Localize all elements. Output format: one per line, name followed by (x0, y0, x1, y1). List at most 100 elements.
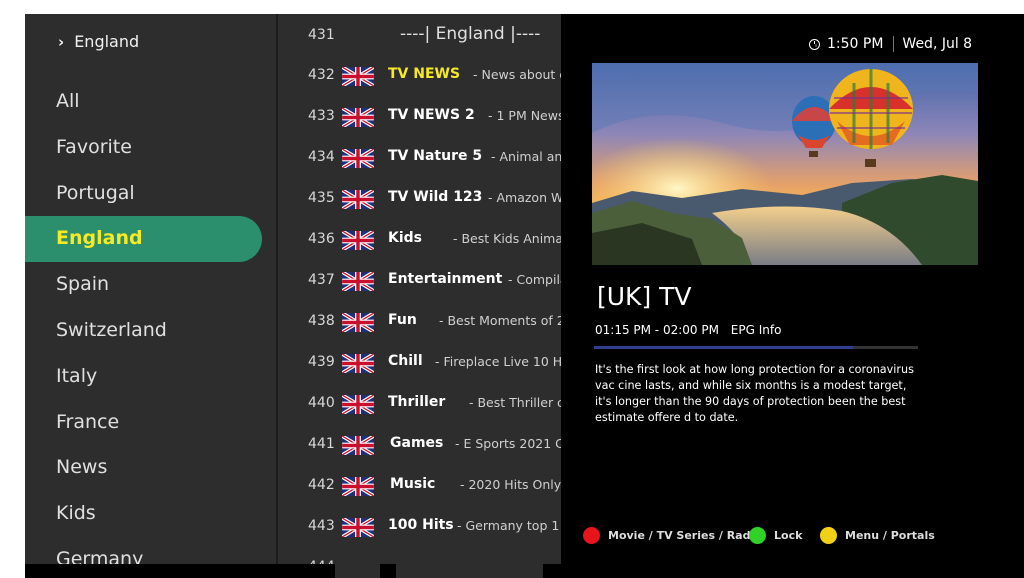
channel-row[interactable]: 438 Fun - Best Moments of 20 (278, 309, 561, 339)
category-item-favorite[interactable]: Favorite (25, 125, 276, 171)
uk-flag-icon (342, 354, 374, 373)
channel-row[interactable]: 439 Chill - Fireplace Live 10 Ho (278, 350, 561, 380)
uk-flag-icon (342, 477, 374, 496)
current-group-label: England (74, 32, 140, 51)
channel-row[interactable]: 432 TV NEWS - News about c (278, 63, 561, 93)
scroll-stub (396, 564, 543, 578)
channel-name: Fun (388, 312, 417, 328)
yellow-key-label: Menu / Portals (845, 529, 935, 542)
channel-name: 100 Hits (388, 517, 454, 533)
uk-flag-icon (342, 518, 374, 537)
channel-row[interactable]: 444 (278, 555, 561, 564)
uk-flag-icon (342, 436, 374, 455)
channel-name: Entertainment (388, 271, 503, 287)
uk-flag-icon (342, 149, 374, 168)
channel-number: 441 (308, 436, 335, 452)
epg-info-link[interactable]: EPG Info (731, 323, 782, 337)
channel-row[interactable]: 442 Music - 2020 Hits Only (278, 473, 561, 503)
channel-name: TV Nature 5 (388, 148, 483, 164)
channel-list: 431 ----| England |---- 432 TV NEWS - News… (278, 14, 561, 564)
uk-flag-icon (342, 190, 374, 209)
channel-number: 436 (308, 231, 335, 247)
channel-program-snippet: - Fireplace Live 10 Ho (435, 354, 561, 369)
uk-flag-icon (342, 313, 374, 332)
status-clock: 1:50 PM Wed, Jul 8 (809, 36, 972, 52)
channel-row[interactable]: 435 TV Wild 123 - Amazon Wi (278, 186, 561, 216)
uk-flag-icon (342, 272, 374, 291)
channel-row[interactable]: 437 Entertainment - Compila (278, 268, 561, 298)
channel-number: 442 (308, 477, 335, 493)
channel-program-snippet: - Best Thriller com (469, 395, 561, 410)
category-list: All Favorite Portugal England Spain Swit… (25, 79, 276, 564)
landscape-illustration (592, 63, 978, 265)
channel-program-snippet: - Germany top 1 (457, 518, 560, 533)
green-key-label: Lock (774, 529, 803, 542)
category-item-news[interactable]: News (25, 445, 276, 491)
category-item-all[interactable]: All (25, 79, 276, 125)
uk-flag-icon (342, 231, 374, 250)
green-key-hint[interactable]: Lock (749, 527, 802, 544)
channel-number: 437 (308, 272, 335, 288)
channel-program-snippet: - 2020 Hits Only (460, 477, 561, 492)
channel-program-snippet: - Amazon Wi (488, 190, 561, 205)
channel-row[interactable]: 434 TV Nature 5 - Animal and (278, 145, 561, 175)
program-progress (594, 346, 918, 349)
yellow-key-hint[interactable]: Menu / Portals (820, 527, 935, 544)
channel-group-title: ----| England |---- (400, 24, 541, 44)
program-description: It's the first look at how long protecti… (595, 363, 914, 424)
epg-time: 01:15 PM - 02:00 PM (595, 323, 719, 337)
chevron-right-icon: › (58, 32, 65, 51)
category-item-switzerland[interactable]: Switzerland (25, 308, 276, 354)
red-key-hint[interactable]: Movie / TV Series / Radio (583, 527, 762, 544)
channel-name: Games (390, 435, 444, 451)
divider (893, 36, 895, 52)
scroll-stub (335, 564, 380, 578)
category-item-italy[interactable]: Italy (25, 354, 276, 400)
channel-number: 435 (308, 190, 335, 206)
channel-program-snippet: - Best Kids Animati (453, 231, 561, 246)
channel-name: TV NEWS 2 (388, 107, 475, 123)
channel-number: 433 (308, 108, 335, 124)
progress-fill (594, 346, 854, 349)
channel-program-snippet: - E Sports 2021 Co (455, 436, 561, 451)
category-sidebar: › England All Favorite Portugal England … (25, 14, 276, 564)
yellow-button-icon (820, 527, 837, 544)
channel-group-header: 431 ----| England |---- (278, 22, 561, 50)
channel-row[interactable]: 436 Kids - Best Kids Animati (278, 227, 561, 257)
green-button-icon (749, 527, 766, 544)
channel-row[interactable]: 433 TV NEWS 2 - 1 PM News (278, 104, 561, 134)
channel-number: 431 (308, 27, 335, 43)
channel-program-snippet: - Compila (508, 272, 561, 287)
channel-row[interactable]: 441 Games - E Sports 2021 Co (278, 432, 561, 462)
current-date: Wed, Jul 8 (902, 36, 973, 52)
tv-app: › England All Favorite Portugal England … (25, 14, 1024, 578)
channel-number: 440 (308, 395, 335, 411)
channel-name: Kids (388, 230, 423, 246)
category-item-england[interactable]: England (25, 216, 262, 263)
clock-icon (809, 38, 820, 50)
category-item-germany[interactable]: Germany (25, 537, 276, 564)
channel-name: Thriller (388, 394, 446, 410)
channel-number: 432 (308, 67, 335, 83)
red-button-icon (583, 527, 600, 544)
channel-program-snippet: - Best Moments of 20 (439, 313, 561, 328)
channel-program-snippet: - 1 PM News (488, 108, 561, 123)
channel-name: TV Wild 123 (388, 189, 483, 205)
uk-flag-icon (342, 108, 374, 127)
channel-row[interactable]: 443 100 Hits - Germany top 1 (278, 514, 561, 544)
channel-program-snippet: - News about c (473, 67, 561, 82)
channel-name: TV NEWS (388, 66, 461, 82)
channel-number: 444 (308, 559, 335, 564)
uk-flag-icon (342, 395, 374, 414)
category-item-spain[interactable]: Spain (25, 262, 276, 308)
channel-preview-image[interactable] (592, 63, 978, 265)
channel-row[interactable]: 440 Thriller - Best Thriller com (278, 391, 561, 421)
category-item-kids[interactable]: Kids (25, 491, 276, 537)
channel-number: 438 (308, 313, 335, 329)
channel-number: 443 (308, 518, 335, 534)
category-item-portugal[interactable]: Portugal (25, 171, 276, 217)
program-title: [UK] TV (597, 282, 692, 311)
category-item-france[interactable]: France (25, 400, 276, 446)
current-group[interactable]: › England (58, 32, 139, 51)
channel-name: Chill (388, 353, 423, 369)
